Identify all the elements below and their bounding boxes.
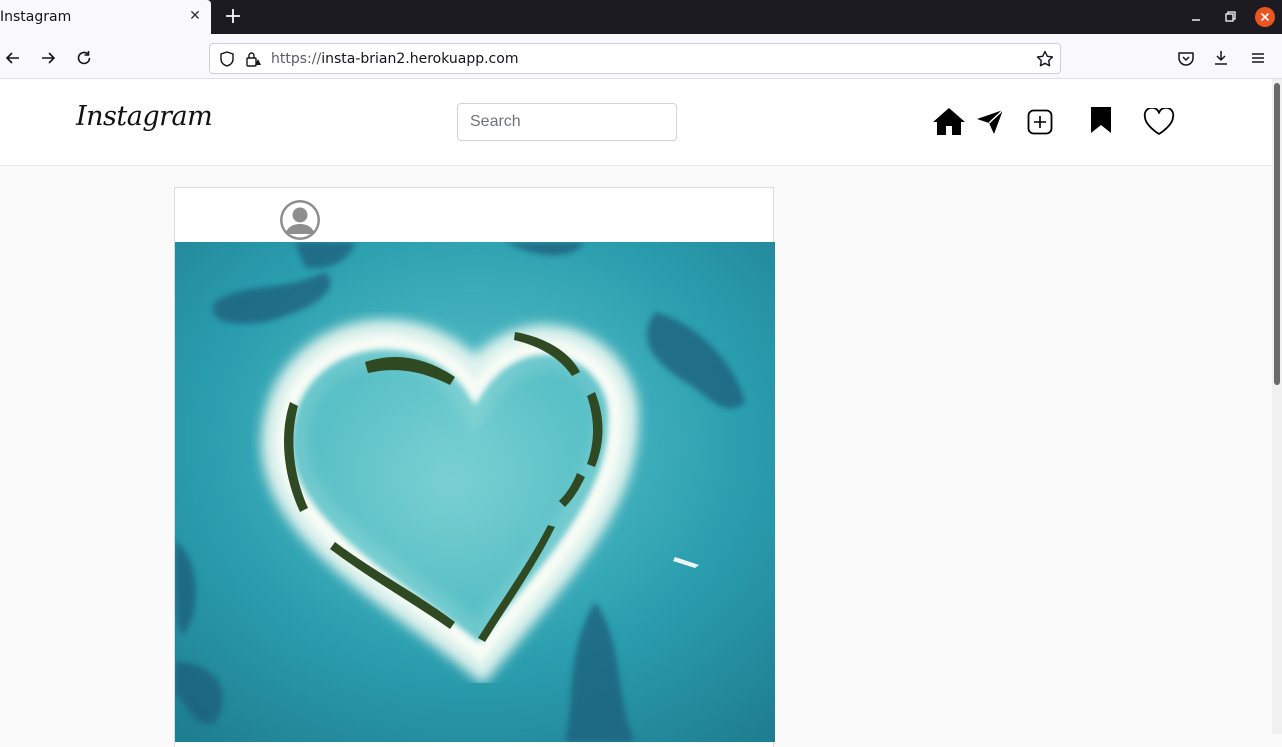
tab-title: Instagram [0,9,72,25]
scrollbar-thumb[interactable] [1274,83,1280,385]
lock-warning-icon[interactable] [243,49,263,69]
minimize-icon[interactable] [1187,8,1205,26]
reload-icon[interactable] [74,48,94,68]
page-scrollbar[interactable] [1272,79,1282,734]
activity-heart-icon[interactable] [1143,108,1175,136]
post-image[interactable] [175,242,775,742]
address-bar[interactable]: https://insta-brian2.herokuapp.com [209,43,1061,74]
app-header: Instagram [0,79,1272,166]
shield-icon[interactable] [217,49,237,69]
url-text: https://insta-brian2.herokuapp.com [271,51,518,67]
search-input[interactable] [457,103,677,141]
app-logo[interactable]: Instagram [76,101,213,132]
saved-bookmark-icon[interactable] [1090,106,1112,134]
url-scheme: https:// [271,51,322,67]
browser-toolbar: https://insta-brian2.herokuapp.com [0,38,1282,79]
downloads-icon[interactable] [1211,48,1231,68]
back-arrow-icon[interactable] [3,48,23,68]
avatar[interactable] [280,200,320,240]
post-card [174,187,775,747]
tab-close-icon[interactable]: ✕ [186,7,204,25]
restore-icon[interactable] [1221,8,1239,26]
home-icon[interactable] [932,106,966,136]
close-icon [1260,12,1270,22]
pocket-icon[interactable] [1176,48,1196,68]
browser-tab-strip: Instagram ✕ [0,0,1282,34]
new-tab-icon[interactable] [222,5,244,27]
url-host: insta-brian2.herokuapp.com [321,51,519,67]
menu-icon[interactable] [1248,48,1268,68]
default-avatar-icon [280,200,320,240]
direct-message-icon[interactable] [975,109,1005,135]
heart-island-photo [175,242,775,742]
bookmark-star-icon[interactable] [1035,49,1055,69]
forward-arrow-icon[interactable] [38,48,58,68]
post-header [175,188,773,242]
browser-tab[interactable]: Instagram ✕ [0,0,211,34]
page-viewport: Instagram [0,79,1282,747]
window-close-button[interactable] [1255,7,1275,27]
add-post-icon[interactable] [1027,109,1053,135]
